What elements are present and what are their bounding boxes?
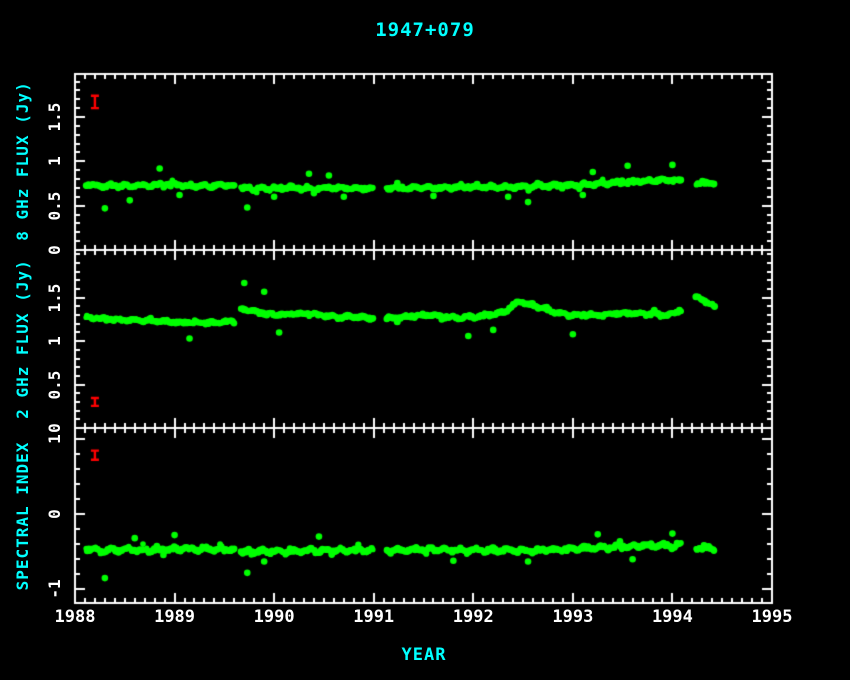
y-tick-label: 0: [47, 423, 63, 433]
x-tick-label: 1990: [254, 609, 295, 626]
figure-title: 1947+079: [375, 21, 475, 40]
y-axis-label-spectral-index: SPECTRAL INDEX: [15, 442, 31, 591]
y-tick-label: 1.5: [47, 284, 63, 313]
x-tick-label: 1994: [652, 609, 693, 626]
x-tick-label: 1989: [154, 609, 195, 626]
x-tick-label: 1993: [552, 609, 593, 626]
y-tick-label: 0: [47, 245, 63, 255]
x-tick-label: 1991: [353, 609, 394, 626]
light-curve-plot-canvas: [0, 0, 850, 680]
y-tick-label: 0.5: [47, 371, 63, 400]
y-tick-label: 1: [47, 434, 63, 444]
y-tick-label: 1.5: [47, 103, 63, 132]
y-tick-label: 1: [47, 156, 63, 166]
y-tick-label: 0.5: [47, 192, 63, 221]
x-tick-label: 1992: [453, 609, 494, 626]
x-tick-label: 1995: [752, 609, 793, 626]
y-tick-label: 0: [47, 509, 63, 519]
y-tick-label: 1: [47, 336, 63, 346]
light-curve-figure: 1947+079 8 GHz FLUX (Jy) 2 GHz FLUX (Jy)…: [0, 0, 850, 680]
x-axis-label-year: YEAR: [402, 647, 447, 664]
y-axis-label-2ghz-flux: 2 GHz FLUX (Jy): [15, 259, 31, 419]
y-axis-label-8ghz-flux: 8 GHz FLUX (Jy): [15, 81, 31, 241]
x-tick-label: 1988: [55, 609, 96, 626]
y-tick-label: -1: [47, 579, 63, 598]
